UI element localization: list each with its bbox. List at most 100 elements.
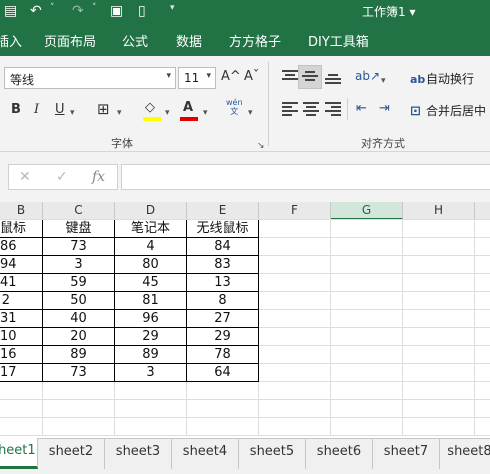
sheet-tab-sheet2[interactable]: sheet2 — [38, 439, 105, 469]
table-cell[interactable]: 2 — [0, 292, 43, 310]
tab-formulas[interactable]: 公式 — [122, 31, 148, 50]
align-bottom-icon[interactable] — [325, 74, 341, 88]
table-cell[interactable]: 83 — [187, 256, 259, 274]
worksheet-grid[interactable]: B C D E F G H 鼠标 键盘 笔记本 无线鼠标 86 73 4 84 94 3 80 83 4… — [0, 202, 490, 438]
enter-icon[interactable]: ✓ — [56, 169, 68, 185]
table-header-cell[interactable]: 无线鼠标 — [187, 220, 259, 238]
undo-icon[interactable]: ↶ — [30, 2, 42, 20]
tab-diy-toolbox[interactable]: DIY工具箱 — [308, 31, 369, 50]
table-cell[interactable]: 29 — [115, 328, 187, 346]
sheet-tab-sheet7[interactable]: sheet7 — [373, 439, 440, 469]
column-header-b[interactable]: B — [0, 202, 43, 220]
new-file-icon[interactable]: ▯ — [138, 2, 146, 20]
align-center-icon[interactable] — [303, 102, 319, 116]
table-header-cell[interactable]: 笔记本 — [115, 220, 187, 238]
grow-font-button[interactable]: A^ — [221, 69, 241, 85]
table-cell[interactable]: 64 — [187, 364, 259, 382]
table-cell[interactable]: 40 — [43, 310, 115, 328]
align-middle-icon[interactable] — [302, 71, 318, 85]
format-painter-icon[interactable]: ▣ — [110, 2, 123, 20]
table-cell[interactable]: 84 — [187, 238, 259, 256]
cancel-icon[interactable]: ✕ — [19, 169, 31, 185]
table-cell[interactable]: 16 — [0, 346, 43, 364]
redo-icon[interactable]: ↷ — [72, 2, 84, 20]
tab-data[interactable]: 数据 — [176, 31, 202, 50]
title-caret-icon[interactable]: ▾ — [409, 5, 415, 19]
sheet-tab-sheet1[interactable]: sheet1 — [0, 438, 38, 469]
customize-toolbar-icon[interactable]: ▾ — [170, 3, 175, 13]
borders-dropdown-icon[interactable]: ▾ — [117, 105, 122, 121]
table-cell[interactable]: 86 — [0, 238, 43, 256]
table-header-cell[interactable]: 键盘 — [43, 220, 115, 238]
insert-function-icon[interactable]: fx — [92, 169, 105, 185]
tab-page-layout[interactable]: 页面布局 — [44, 31, 96, 50]
table-header-cell[interactable]: 鼠标 — [0, 220, 43, 238]
orientation-dropdown-icon[interactable]: ▾ — [381, 73, 386, 89]
shrink-font-button[interactable]: Aˇ — [244, 69, 259, 85]
table-cell[interactable]: 4 — [115, 238, 187, 256]
phonetic-dropdown-icon[interactable]: ▾ — [248, 105, 253, 121]
table-cell[interactable]: 17 — [0, 364, 43, 382]
align-right-icon[interactable] — [325, 102, 341, 116]
formula-input[interactable] — [121, 164, 490, 190]
table-cell[interactable]: 3 — [43, 256, 115, 274]
column-header-d[interactable]: D — [115, 202, 187, 220]
fill-dropdown-icon[interactable]: ▾ — [165, 105, 170, 121]
font-name-select[interactable]: 等线 ▾ — [4, 67, 176, 89]
borders-icon[interactable]: ⊞ — [97, 101, 110, 117]
column-header-h[interactable]: H — [403, 202, 475, 220]
table-cell[interactable]: 50 — [43, 292, 115, 310]
sheet-tab-sheet3[interactable]: sheet3 — [105, 439, 172, 469]
table-cell[interactable]: 80 — [115, 256, 187, 274]
table-cell[interactable]: 96 — [115, 310, 187, 328]
merge-center-button[interactable]: ⊡ 合并后居中 — [410, 102, 486, 119]
table-cell[interactable]: 73 — [43, 238, 115, 256]
column-header-c[interactable]: C — [43, 202, 115, 220]
sheet-tab-sheet8[interactable]: sheet8 — [440, 439, 490, 469]
table-cell[interactable]: 45 — [115, 274, 187, 292]
table-cell[interactable]: 89 — [115, 346, 187, 364]
table-cell[interactable]: 94 — [0, 256, 43, 274]
align-top-icon[interactable] — [282, 70, 298, 84]
table-cell[interactable]: 81 — [115, 292, 187, 310]
table-cell[interactable]: 73 — [43, 364, 115, 382]
table-cell[interactable]: 78 — [187, 346, 259, 364]
wrap-text-button[interactable]: ab自动换行 — [410, 70, 474, 87]
table-cell[interactable]: 59 — [43, 274, 115, 292]
sheet-tab-sheet5[interactable]: sheet5 — [239, 439, 306, 469]
save-icon[interactable]: ▤ — [4, 2, 17, 20]
column-header-partial[interactable] — [475, 202, 490, 220]
table-cell[interactable]: 13 — [187, 274, 259, 292]
column-header-f[interactable]: F — [259, 202, 331, 220]
sheet-tab-sheet4[interactable]: sheet4 — [172, 439, 239, 469]
table-cell[interactable]: 41 — [0, 274, 43, 292]
table-cell[interactable]: 10 — [0, 328, 43, 346]
table-cell[interactable]: 31 — [0, 310, 43, 328]
table-cell[interactable]: 89 — [43, 346, 115, 364]
column-header-e[interactable]: E — [187, 202, 259, 220]
table-cell[interactable]: 3 — [115, 364, 187, 382]
phonetic-guide-icon[interactable]: wén 文 — [226, 98, 243, 116]
undo-dropdown-icon[interactable]: ˅ — [50, 3, 55, 13]
table-cell[interactable]: 27 — [187, 310, 259, 328]
table-cell[interactable]: 20 — [43, 328, 115, 346]
fill-color-icon[interactable]: ◇ — [145, 100, 155, 116]
table-cell[interactable]: 29 — [187, 328, 259, 346]
redo-dropdown-icon[interactable]: ˅ — [92, 3, 97, 13]
column-header-g[interactable]: G — [331, 202, 403, 220]
orientation-icon[interactable]: ab↗ — [355, 68, 380, 84]
bold-button[interactable]: B — [11, 102, 21, 118]
table-cell[interactable]: 8 — [187, 292, 259, 310]
increase-indent-icon[interactable]: ⇥ — [379, 101, 390, 117]
tab-fangfang[interactable]: 方方格子 — [229, 31, 281, 50]
align-left-icon[interactable] — [282, 102, 298, 116]
underline-button[interactable]: U — [55, 102, 65, 118]
decrease-indent-icon[interactable]: ⇤ — [356, 101, 367, 117]
tab-insert[interactable]: 插入 — [0, 31, 22, 50]
font-color-icon[interactable]: A — [183, 100, 193, 116]
underline-dropdown-icon[interactable]: ▾ — [70, 105, 75, 121]
sheet-tab-sheet6[interactable]: sheet6 — [306, 439, 373, 469]
font-color-dropdown-icon[interactable]: ▾ — [203, 105, 208, 121]
font-size-select[interactable]: 11 ▾ — [178, 67, 216, 89]
italic-button[interactable]: I — [34, 102, 39, 118]
